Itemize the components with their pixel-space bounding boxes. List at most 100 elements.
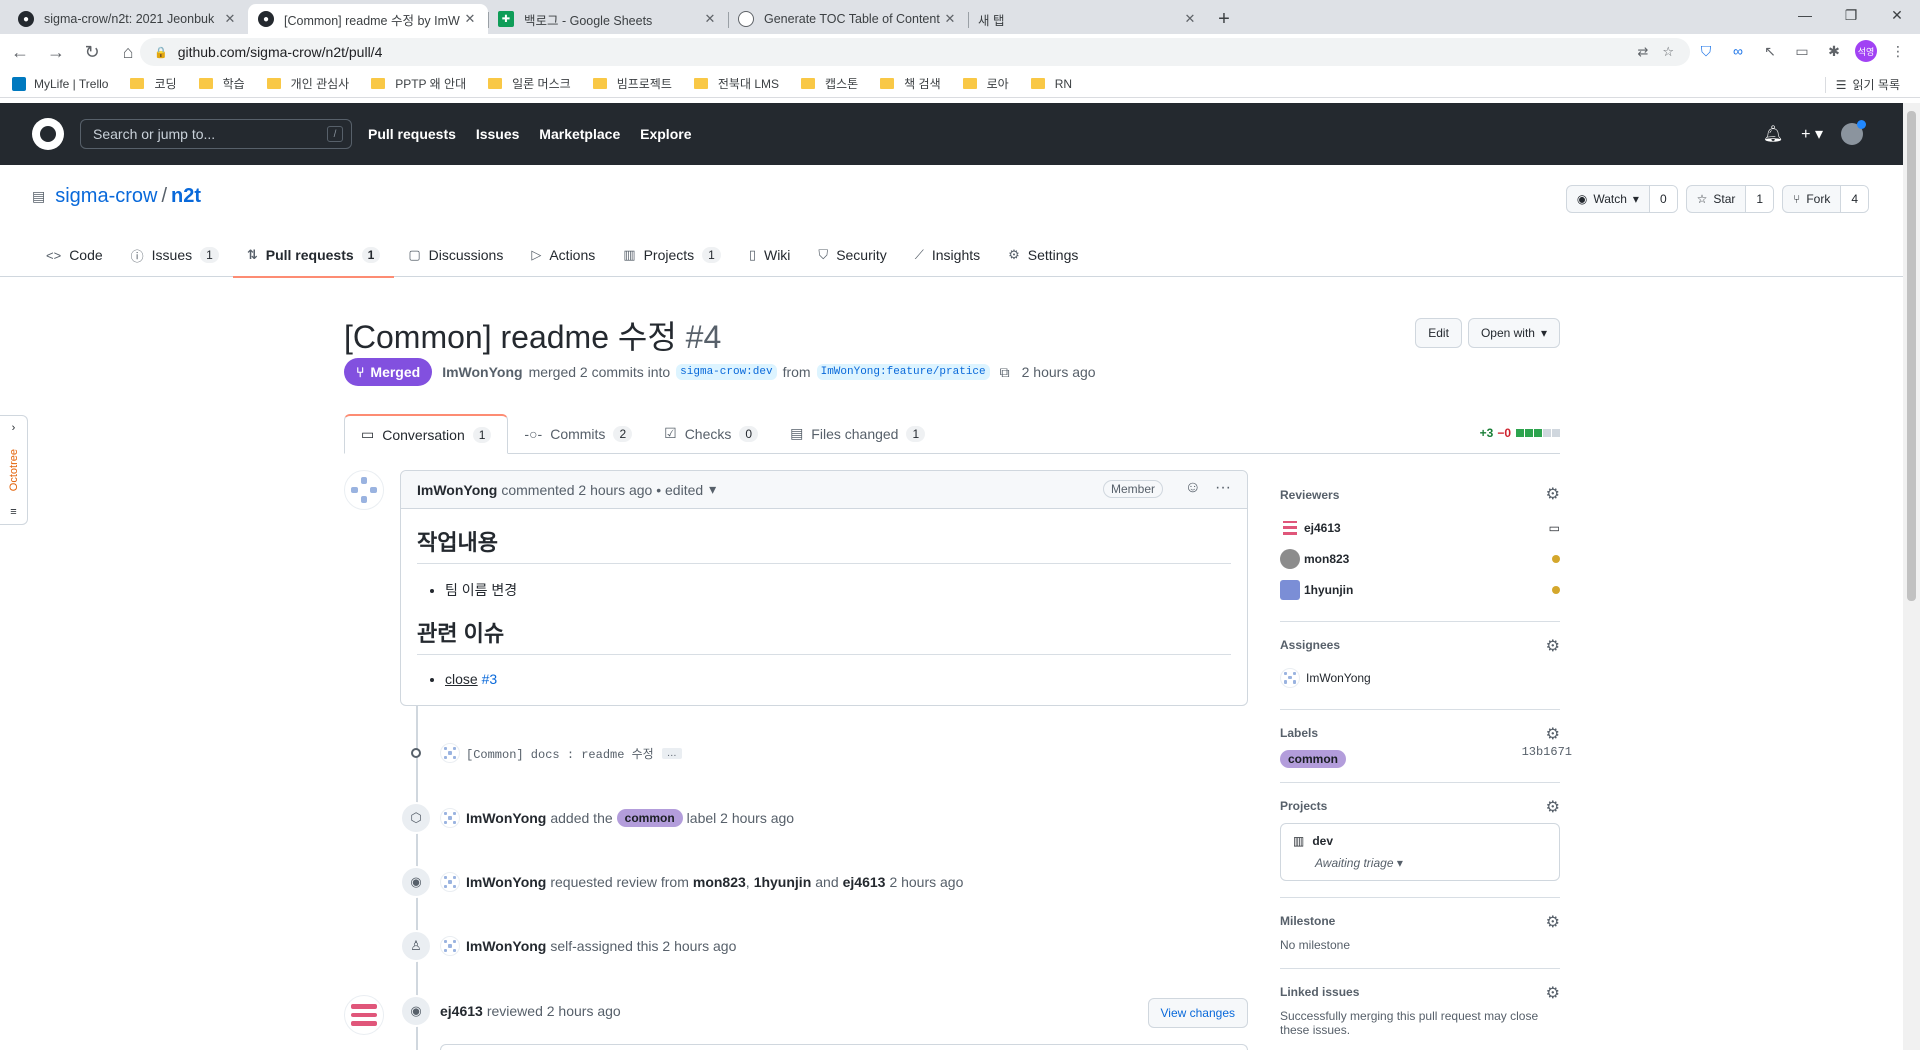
tab-commits[interactable]: -○- Commits 2 (508, 414, 648, 453)
shield-extension-icon[interactable]: ⛉ (1695, 40, 1717, 62)
bookmark-folder[interactable]: 학습 (198, 75, 245, 92)
bookmark-folder[interactable]: 전북대 LMS (693, 75, 779, 92)
gear-icon[interactable]: ⚙ (1546, 636, 1560, 656)
commit-message[interactable]: [Common] docs : readme 수정 (466, 745, 654, 762)
profile-avatar[interactable]: 석영 (1855, 40, 1877, 62)
label-pill[interactable]: common (616, 809, 683, 827)
reviewer-row[interactable]: mon823 (1280, 543, 1560, 574)
search-input[interactable]: Search or jump to... / (80, 119, 352, 149)
address-bar[interactable]: 🔒 github.com/sigma-crow/n2t/pull/4 ⇄ ☆ (140, 38, 1690, 66)
close-icon[interactable]: ✕ (942, 11, 958, 27)
reading-list[interactable]: ☰ 읽기 목록 (1824, 76, 1900, 93)
tab-pull-requests[interactable]: ⇅ Pull requests 1 (232, 233, 395, 278)
avatar[interactable] (344, 995, 384, 1035)
gear-icon[interactable]: ⚙ (1546, 912, 1560, 932)
tab-discussions[interactable]: ▢ Discussions (394, 233, 517, 277)
reviewer-link[interactable]: ej4613 (843, 874, 886, 890)
fork-button[interactable]: ⑂ Fork 4 (1782, 185, 1869, 213)
browser-tab-5[interactable]: 새 탭 ✕ (968, 4, 1208, 34)
event-actor[interactable]: ej4613 (440, 1003, 483, 1019)
assignee-row[interactable]: ImWonYong (1280, 662, 1560, 693)
close-icon[interactable]: ✕ (462, 11, 478, 27)
head-branch[interactable]: ImWonYong:feature/pratice (816, 364, 990, 380)
close-icon[interactable]: ✕ (222, 11, 238, 27)
watch-button[interactable]: ◉ Watch ▾ 0 (1565, 185, 1678, 213)
section-title[interactable]: Assignees (1280, 638, 1560, 652)
reload-icon[interactable]: ↻ (76, 36, 108, 68)
browser-tab-2[interactable]: ● [Common] readme 수정 by ImW ✕ (248, 4, 488, 34)
kebab-icon[interactable]: ··· (1215, 479, 1231, 497)
repo-owner-link[interactable]: sigma-crow (55, 185, 157, 208)
plus-dropdown-icon[interactable]: + ▾ (1801, 124, 1823, 144)
section-title[interactable]: Projects (1280, 799, 1560, 813)
bookmark-folder[interactable]: 로아 (962, 75, 1009, 92)
nav-issues[interactable]: Issues (476, 126, 520, 142)
avatar[interactable] (440, 808, 460, 828)
star-button[interactable]: ☆ Star 1 (1685, 185, 1775, 213)
octotree-toggle[interactable]: › Octotree ≡ (0, 415, 28, 525)
comment-author[interactable]: ImWonYong (417, 482, 497, 498)
gear-icon[interactable]: ⚙ (1546, 983, 1560, 1003)
section-title[interactable]: Milestone (1280, 914, 1560, 928)
new-tab-button[interactable]: + (1208, 4, 1240, 34)
edit-button[interactable]: Edit (1415, 318, 1462, 348)
project-link[interactable]: dev (1312, 834, 1333, 848)
avatar[interactable] (440, 936, 460, 956)
chevron-down-icon[interactable]: ▾ (709, 481, 716, 498)
tab-projects[interactable]: ▥ Projects 1 (609, 233, 735, 277)
expand-commit-button[interactable]: … (661, 747, 682, 759)
bookmark-star-icon[interactable]: ☆ (1662, 44, 1674, 60)
gear-icon[interactable]: ⚙ (1546, 724, 1560, 744)
bookmark-item[interactable]: MyLife | Trello (12, 76, 108, 91)
fork-count[interactable]: 4 (1841, 186, 1868, 212)
section-title[interactable]: Linked issues (1280, 985, 1560, 999)
tab-insights[interactable]: ⟋ Insights (901, 233, 994, 277)
tab-issues[interactable]: ⓘ Issues 1 (117, 233, 233, 277)
scrollbar-thumb[interactable] (1907, 111, 1916, 601)
avatar[interactable] (344, 470, 384, 510)
nav-pull-requests[interactable]: Pull requests (368, 126, 456, 142)
avatar[interactable] (440, 743, 460, 763)
gear-icon[interactable]: ⚙ (1546, 797, 1560, 817)
media-icon[interactable]: ▭ (1791, 40, 1813, 62)
close-icon[interactable]: ✕ (702, 11, 718, 27)
tab-security[interactable]: ⛉ Security (804, 233, 900, 277)
tab-wiki[interactable]: ▯ Wiki (735, 233, 805, 277)
view-changes-button[interactable]: View changes (1147, 998, 1248, 1028)
reviewer-row[interactable]: 1hyunjin (1280, 574, 1560, 605)
menu-icon[interactable]: ⋮ (1887, 40, 1909, 62)
section-title[interactable]: Labels (1280, 726, 1560, 740)
base-branch[interactable]: sigma-crow:dev (676, 364, 777, 380)
close-icon[interactable]: ✕ (1182, 11, 1198, 27)
bookmark-folder[interactable]: 일론 머스크 (488, 75, 571, 92)
tab-checks[interactable]: ☑ Checks 0 (648, 414, 774, 453)
nav-marketplace[interactable]: Marketplace (539, 126, 620, 142)
section-title[interactable]: Reviewers (1280, 488, 1560, 502)
bell-icon[interactable]: 🔔︎ (1763, 124, 1783, 144)
bookmark-folder[interactable]: 코딩 (130, 75, 177, 92)
reviewer-row[interactable]: ej4613 ▭ (1280, 512, 1560, 543)
pointer-extension-icon[interactable]: ↖ (1759, 40, 1781, 62)
star-count[interactable]: 1 (1746, 186, 1774, 212)
tab-conversation[interactable]: ▭ Conversation 1 (344, 414, 509, 454)
tab-files-changed[interactable]: ▤ Files changed 1 (774, 414, 941, 453)
forward-icon[interactable]: → (40, 36, 72, 68)
watch-count[interactable]: 0 (1649, 186, 1677, 212)
nav-explore[interactable]: Explore (640, 126, 691, 142)
avatar[interactable] (440, 872, 460, 892)
tab-code[interactable]: <> Code (32, 233, 117, 277)
open-with-button[interactable]: Open with ▾ (1467, 318, 1560, 348)
github-logo-icon[interactable] (32, 118, 64, 150)
issue-link[interactable]: #3 (482, 671, 498, 687)
link-extension-icon[interactable]: ∞ (1727, 40, 1749, 62)
browser-tab-3[interactable]: ✚ 백로그 - Google Sheets ✕ (488, 4, 728, 34)
reviewer-link[interactable]: mon823 (693, 874, 746, 890)
event-actor[interactable]: ImWonYong (466, 874, 546, 890)
bookmark-folder[interactable]: 개인 관심사 (266, 75, 349, 92)
browser-tab-1[interactable]: ● sigma-crow/n2t: 2021 Jeonbuk ✕ (8, 4, 248, 34)
translate-icon[interactable]: ⇄ (1637, 44, 1648, 60)
user-avatar[interactable] (1841, 120, 1866, 145)
event-actor[interactable]: ImWonYong (466, 810, 546, 826)
tab-settings[interactable]: ⚙ Settings (994, 233, 1092, 277)
smiley-icon[interactable]: ☺ (1185, 479, 1201, 497)
